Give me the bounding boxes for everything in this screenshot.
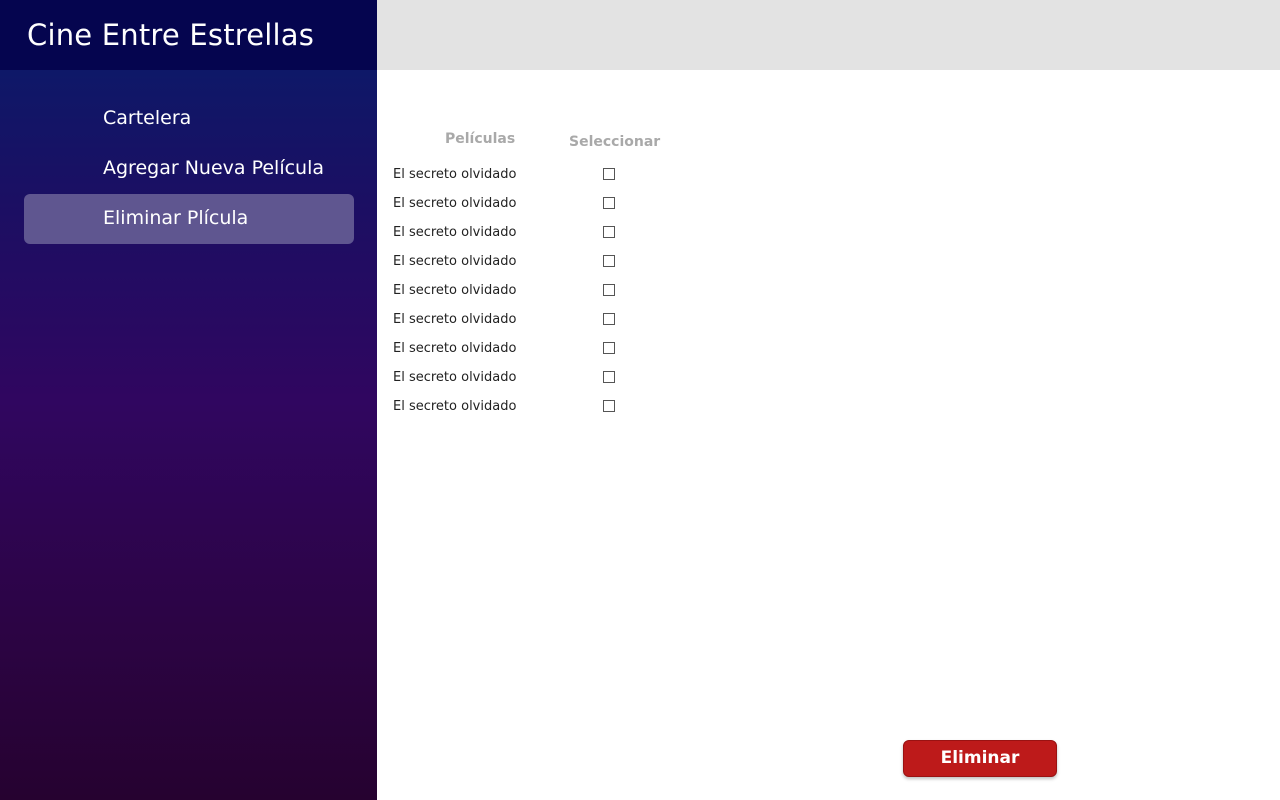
sidebar-item-eliminar-pelicula[interactable]: Eliminar Plícula [24, 194, 354, 244]
sidebar-item-agregar-pelicula[interactable]: Agregar Nueva Película [24, 144, 354, 194]
table-row: El secreto olvidado [377, 252, 677, 281]
column-header-select: Seleccionar [569, 134, 661, 150]
select-checkbox[interactable] [603, 226, 615, 238]
table-row: El secreto olvidado [377, 194, 677, 223]
movie-title: El secreto olvidado [393, 283, 517, 298]
movie-title: El secreto olvidado [393, 399, 517, 414]
column-header-movies: Películas [445, 131, 516, 147]
select-checkbox[interactable] [603, 284, 615, 296]
app-title: Cine Entre Estrellas [27, 18, 315, 52]
movie-title: El secreto olvidado [393, 254, 517, 269]
select-checkbox[interactable] [603, 313, 615, 325]
movies-table-body: El secreto olvidado El secreto olvidado … [377, 165, 677, 426]
sidebar-item-label: Cartelera [103, 107, 192, 129]
movie-title: El secreto olvidado [393, 312, 517, 327]
sidebar-item-cartelera[interactable]: Cartelera [24, 94, 354, 144]
table-row: El secreto olvidado [377, 397, 677, 426]
table-row: El secreto olvidado [377, 165, 677, 194]
table-row: El secreto olvidado [377, 310, 677, 339]
app-window: Cine Entre Estrellas Cartelera Agregar N… [0, 0, 1280, 800]
table-row: El secreto olvidado [377, 223, 677, 252]
top-bar [377, 0, 1280, 70]
sidebar-item-label: Eliminar Plícula [103, 207, 249, 229]
table-row: El secreto olvidado [377, 281, 677, 310]
select-checkbox[interactable] [603, 342, 615, 354]
select-checkbox[interactable] [603, 255, 615, 267]
movie-title: El secreto olvidado [393, 196, 517, 211]
movie-title: El secreto olvidado [393, 167, 517, 182]
movie-title: El secreto olvidado [393, 370, 517, 385]
sidebar: Cine Entre Estrellas Cartelera Agregar N… [0, 0, 377, 800]
movie-title: El secreto olvidado [393, 341, 517, 356]
sidebar-item-label: Agregar Nueva Película [103, 157, 325, 179]
table-row: El secreto olvidado [377, 368, 677, 397]
select-checkbox[interactable] [603, 197, 615, 209]
select-checkbox[interactable] [603, 168, 615, 180]
delete-button[interactable]: Eliminar [903, 740, 1057, 777]
sidebar-header: Cine Entre Estrellas [0, 0, 377, 70]
table-row: El secreto olvidado [377, 339, 677, 368]
sidebar-nav: Cartelera Agregar Nueva Película Elimina… [24, 94, 354, 244]
select-checkbox[interactable] [603, 371, 615, 383]
movie-title: El secreto olvidado [393, 225, 517, 240]
select-checkbox[interactable] [603, 400, 615, 412]
